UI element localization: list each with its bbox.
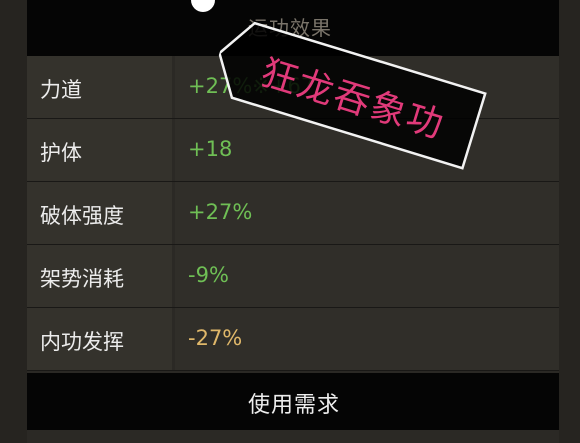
stat-label-cell: 破体强度 xyxy=(27,182,172,244)
stat-label: 架势消耗 xyxy=(40,267,124,291)
stat-row-stance-cost: 架势消耗 -9% xyxy=(27,245,559,308)
stat-value-cell: -27% xyxy=(175,308,559,370)
stat-value: +27% xyxy=(188,200,253,224)
stat-label: 力道 xyxy=(40,78,82,102)
usage-requirements-title: 使用需求 xyxy=(248,393,341,418)
stat-label-cell: 护体 xyxy=(27,119,172,181)
stat-row-body-protection: 护体 +18 xyxy=(27,119,559,182)
stat-value: -9% xyxy=(188,263,229,287)
stat-value-cell: +27% xyxy=(175,182,559,244)
stat-value: -27% xyxy=(188,326,243,350)
stat-row-armor-break: 破体强度 +27% xyxy=(27,182,559,245)
stat-label-cell: 内功发挥 xyxy=(27,308,172,370)
stat-label-cell: 架势消耗 xyxy=(27,245,172,307)
stat-value-cell: -9% xyxy=(175,245,559,307)
stat-row-inner-power: 内功发挥 -27% xyxy=(27,308,559,371)
stat-label: 护体 xyxy=(40,141,82,165)
stat-value: +18 xyxy=(188,137,233,161)
stat-label-cell: 力道 xyxy=(27,56,172,118)
stat-label: 破体强度 xyxy=(40,204,124,228)
stat-label: 内功发挥 xyxy=(40,330,124,354)
usage-requirements-header: 使用需求 xyxy=(27,373,559,430)
